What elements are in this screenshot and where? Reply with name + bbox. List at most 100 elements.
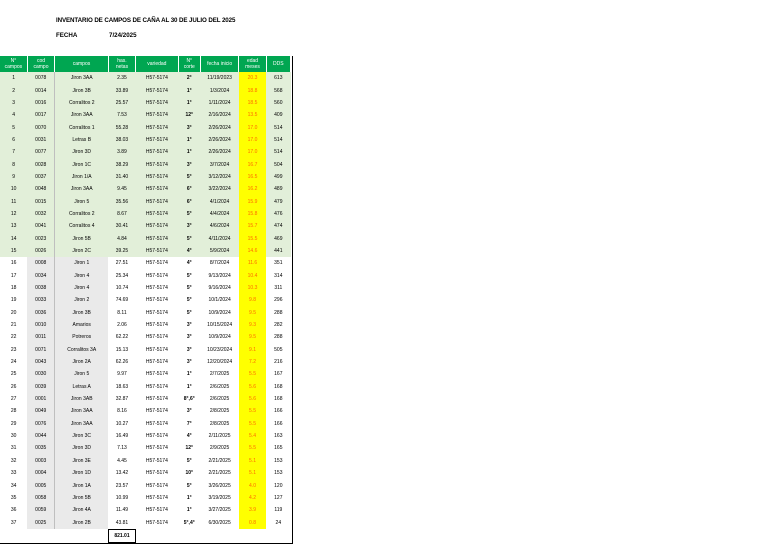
cell-edad: 9.1 <box>238 343 267 356</box>
cell-campo: Jiron 3AA <box>54 109 109 122</box>
table-row: 18 0038 Jiron 4 10.74 H57-5174 5° 9/16/2024 10.… <box>0 281 291 295</box>
cell-number: 10 <box>0 183 28 196</box>
cell-fecha: 8/7/2024 <box>209 260 230 267</box>
cell-edad: 10.3 <box>238 281 267 295</box>
column-header-text: netas <box>115 64 129 70</box>
table-row: 4 0017 Jiron 3AA 7.53 H57-5174 12° 2/16/2024 13… <box>0 109 291 122</box>
total-row: 821.01 <box>0 528 291 543</box>
cell-code: 0011 <box>27 331 55 344</box>
cell-edad: 17.0 <box>238 146 267 159</box>
cell-corte: 3° <box>178 158 201 171</box>
cell-has: 23.57 <box>115 482 129 489</box>
column-header-campos-number: N° campos <box>0 56 28 72</box>
cell-has: 18.63 <box>115 383 129 390</box>
cell-edad: 17.0 <box>238 121 267 134</box>
cell-fecha: 4/6/2024 <box>200 220 239 233</box>
cell-campo: Corralitos 2 <box>54 96 109 110</box>
cell-edad: 0.8 <box>238 516 267 530</box>
cell-has: 38.29 <box>108 158 136 171</box>
cell-edad: 20.3 <box>238 72 267 85</box>
table-row: 26 0039 Letras A 18.63 H57-5174 1° 2/6/2025 5.6… <box>0 380 291 393</box>
cell-campo: Jiron 5 <box>54 195 109 208</box>
cell-has: 55.28 <box>108 121 136 134</box>
cell-has: 2.06 <box>117 322 127 329</box>
column-header-corte-number: N° corte <box>178 56 201 72</box>
cell-number: 16 <box>10 260 17 267</box>
cell-campo: Jiron 4 <box>54 269 109 282</box>
cell-variedad: H57-5174 <box>135 220 179 233</box>
cell-campo: Jiron 3AA <box>54 417 109 430</box>
cell-fecha: 2/9/2025 <box>209 445 230 452</box>
cell-variedad: H57-5174 <box>145 519 168 526</box>
cell-campo: Jiron 3B <box>54 306 109 319</box>
cell-number: 17 <box>10 272 17 279</box>
cell-edad: 3.9 <box>238 504 267 517</box>
cell-campo: Jiron 3D <box>54 442 109 455</box>
cell-fecha: 3/27/2025 <box>208 507 231 514</box>
cell-has: 16.49 <box>115 433 129 440</box>
column-header-campo-name: campos <box>54 56 109 72</box>
cell-fecha: 10/9/2024 <box>208 334 231 341</box>
cell-has: 10.99 <box>115 494 129 501</box>
cell-code: 0038 <box>27 281 55 295</box>
cell-variedad: H57-5174 <box>145 494 168 501</box>
cell-fecha: 3/7/2024 <box>200 158 239 171</box>
cell-dds: 296 <box>274 297 283 304</box>
cell-dds: 489 <box>266 183 291 196</box>
cell-corte: 5° <box>178 232 201 245</box>
table-row: 17 0034 Jiron 4 25.34 H57-5174 5° 9/13/2024 10.… <box>0 269 291 282</box>
cell-fecha: 2/26/2024 <box>200 121 239 134</box>
cell-code: 0041 <box>27 220 55 233</box>
cell-corte: 3° <box>186 334 192 341</box>
cell-variedad: H57-5174 <box>145 322 168 329</box>
cell-corte: 5° <box>186 457 192 464</box>
cell-code: 0048 <box>27 183 55 196</box>
cell-has: 7.53 <box>108 109 136 122</box>
cell-corte: 1° <box>178 146 201 159</box>
cell-fecha: 2/6/2025 <box>209 396 230 403</box>
cell-dds: 288 <box>274 334 283 341</box>
cell-dds: 167 <box>274 371 283 378</box>
cell-campo: Jiron 1 <box>54 257 109 270</box>
cell-corte: 6° <box>178 183 201 196</box>
column-header-edad-meses: edad meses <box>238 56 267 72</box>
column-header-variedad: variedad <box>135 56 179 72</box>
cell-variedad: H57-5174 <box>145 470 168 477</box>
cell-edad: 15.8 <box>238 207 267 221</box>
column-header-fecha-inicio: fecha inicio <box>200 56 240 72</box>
cell-number: 35 <box>10 494 17 501</box>
cell-code: 0014 <box>27 84 55 97</box>
cell-fecha: 4/4/2024 <box>200 207 239 221</box>
cell-corte: 12° <box>178 109 201 122</box>
total-empty-cell <box>27 529 54 542</box>
cell-code: 0077 <box>27 146 55 159</box>
cell-has: 30.41 <box>108 220 136 233</box>
cell-campo: Jiron 3AB <box>54 392 109 406</box>
cell-campo: Jiron 3C <box>54 429 109 443</box>
cell-code: 0031 <box>27 133 55 147</box>
cell-fecha: 2/26/2024 <box>200 133 239 147</box>
cell-corte: 7° <box>186 420 192 427</box>
cell-dds: 476 <box>266 207 291 221</box>
cell-dds: 514 <box>266 146 291 159</box>
cell-code: 0032 <box>27 207 55 221</box>
table-row: 12 0032 Corralitos 2 8.67 H57-5174 5° 4/4/2024… <box>0 207 291 221</box>
cell-campo: Corralitos 1 <box>54 121 109 134</box>
cell-code: 0030 <box>27 368 55 381</box>
cell-number: 4 <box>0 109 28 122</box>
cell-edad: 5.5 <box>238 417 267 430</box>
cell-code: 0005 <box>27 479 55 492</box>
cell-corte: 1° <box>178 84 201 97</box>
table-row: 6 0031 Letras B 38.03 H57-5174 1° 2/26/2024 17.… <box>0 133 291 147</box>
cell-number: 14 <box>0 232 28 245</box>
cell-dds: 441 <box>266 244 291 258</box>
cell-variedad: H57-5174 <box>145 346 168 353</box>
cell-variedad: H57-5174 <box>145 297 168 304</box>
cell-code: 0059 <box>27 504 55 517</box>
cell-dds: 504 <box>266 158 291 171</box>
cell-variedad: H57-5174 <box>145 433 168 440</box>
cell-variedad: H57-5174 <box>135 170 179 184</box>
cell-campo: Jiron 1A <box>54 479 109 492</box>
cell-variedad: H57-5174 <box>145 260 168 267</box>
cell-edad: 17.0 <box>238 133 267 147</box>
